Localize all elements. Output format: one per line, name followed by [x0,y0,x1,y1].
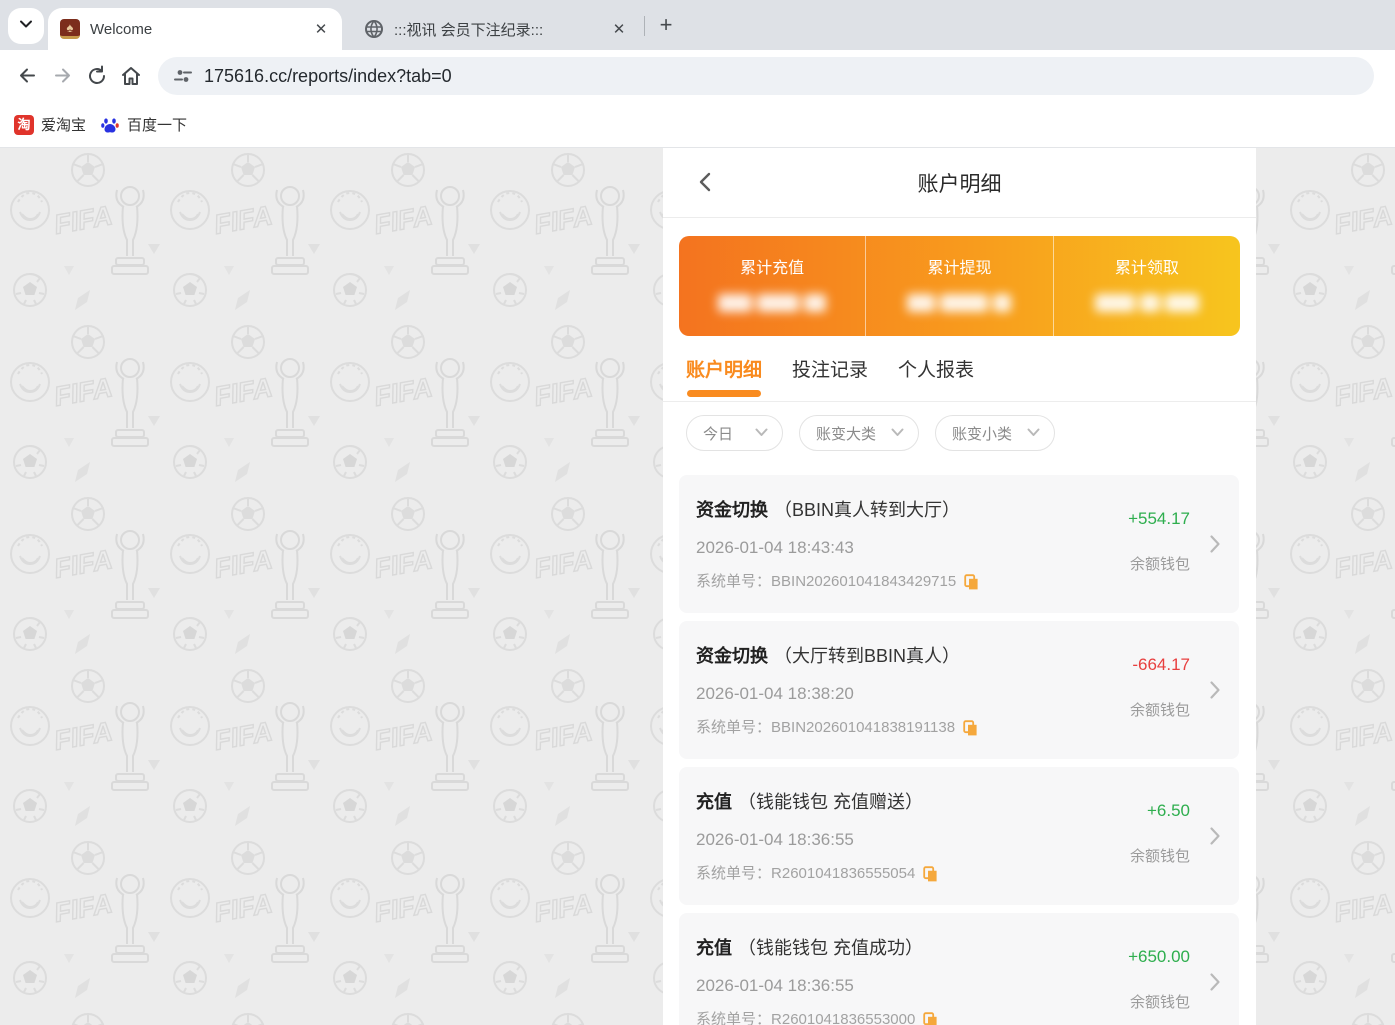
tab-bet-records[interactable]: 投注记录 [792,355,868,394]
record-type: 资金切换 [696,500,768,520]
bookmark-label: 爱淘宝 [41,114,86,135]
report-tabs: 账户明细 投注记录 个人报表 [663,349,1256,402]
back-icon[interactable] [14,63,40,89]
tab-search-button[interactable] [8,8,44,44]
summary-label: 累计领取 [1115,254,1179,278]
order-number: R2601041836555054 [771,863,915,885]
page-title: 账户明细 [918,168,1002,198]
bookmark-label: 百度一下 [127,114,187,135]
home-icon[interactable] [118,63,144,89]
bookmark-baidu[interactable]: 百度一下 [100,114,187,135]
chevron-down-icon [755,424,768,442]
order-label: 系统单号： [696,571,771,593]
taobao-icon: 淘 [14,115,34,135]
record-amount-block: +6.50 余额钱包 [1130,767,1190,866]
record-row[interactable]: 资金切换（BBIN真人转到大厅） 2026-01-04 18:43:43 系统单… [679,475,1239,613]
bookmark-aitaobao[interactable]: 淘 爱淘宝 [14,114,86,135]
copy-icon[interactable] [964,574,979,591]
browser-tab-welcome[interactable]: ♠ Welcome ✕ [48,8,342,50]
record-row[interactable]: 充值（钱能钱包 充值成功） 2026-01-04 18:36:55 系统单号： … [679,913,1239,1025]
site-favicon-icon: ♠ [60,19,80,39]
close-icon[interactable]: ✕ [610,20,628,38]
record-wallet: 余额钱包 [1130,699,1190,720]
chevron-right-icon[interactable] [1209,972,1221,992]
record-amount: +554.17 [1128,509,1190,529]
record-list: 资金切换（BBIN真人转到大厅） 2026-01-04 18:43:43 系统单… [663,475,1256,1025]
summary-label: 累计充值 [740,254,804,278]
tab-personal-report[interactable]: 个人报表 [898,355,974,394]
tab-title: :::视讯 会员下注纪录::: [394,19,610,40]
chevron-down-icon [891,424,904,442]
filter-label: 今日 [703,423,733,444]
chevron-down-icon [1027,424,1040,442]
record-amount-block: +650.00 余额钱包 [1128,913,1190,1012]
new-tab-button[interactable]: + [652,11,680,39]
record-amount: +650.00 [1128,947,1190,967]
filter-label: 账变大类 [816,423,876,444]
filter-label: 账变小类 [952,423,1012,444]
record-type: 充值 [696,938,732,958]
record-type: 资金切换 [696,646,768,666]
copy-icon[interactable] [963,720,978,737]
record-row[interactable]: 充值（钱能钱包 充值赠送） 2026-01-04 18:36:55 系统单号： … [679,767,1239,905]
record-subtitle: （BBIN真人转到大厅） [774,500,960,520]
order-label: 系统单号： [696,1009,771,1025]
browser-toolbar: 175616.cc/reports/index?tab=0 [0,50,1395,102]
filter-row: 今日 账变大类 账变小类 [663,402,1256,451]
summary-total-deposit: 累计充值 [679,236,865,336]
summary-card: 累计充值 累计提现 累计领取 [679,236,1240,336]
redacted-amount [1095,292,1199,314]
copy-icon[interactable] [923,866,938,883]
order-number: BBIN202601041843429715 [771,571,956,593]
record-amount-block: -664.17 余额钱包 [1130,621,1190,720]
record-wallet: 余额钱包 [1128,553,1190,574]
browser-tab-strip: ♠ Welcome ✕ :::视讯 会员下注纪录::: ✕ + [0,0,1395,50]
order-number: R2601041836553000 [771,1009,915,1025]
tab-title: Welcome [90,21,312,38]
bookmarks-bar: 淘 爱淘宝 百度一下 [0,102,1395,148]
site-settings-icon[interactable] [172,65,194,87]
forward-icon[interactable] [50,63,76,89]
chevron-right-icon[interactable] [1209,534,1221,554]
chevron-right-icon[interactable] [1209,680,1221,700]
baidu-paw-icon [100,115,120,135]
summary-total-claim: 累计领取 [1053,236,1240,336]
record-subtitle: （钱能钱包 充值成功） [738,938,923,958]
record-wallet: 余额钱包 [1130,845,1190,866]
page-content: FIFA [0,148,1395,1025]
order-number: BBIN202601041838191138 [771,717,955,739]
record-amount: +6.50 [1130,801,1190,821]
copy-icon[interactable] [923,1012,938,1025]
chevron-down-icon [19,17,33,36]
record-amount: -664.17 [1130,655,1190,675]
browser-tab-records[interactable]: :::视讯 会员下注纪录::: ✕ [352,8,640,50]
summary-section: 累计充值 累计提现 累计领取 [663,218,1256,336]
tab-separator [644,16,645,36]
chevron-right-icon[interactable] [1209,826,1221,846]
account-detail-panel: 账户明细 累计充值 累计提现 累计领取 账户明细 投注记录 [663,148,1256,1025]
reload-icon[interactable] [84,63,110,89]
minor-category-dropdown[interactable]: 账变小类 [935,415,1055,451]
tab-account-detail[interactable]: 账户明细 [686,355,762,394]
summary-total-withdraw: 累计提现 [865,236,1052,336]
url-text: 175616.cc/reports/index?tab=0 [204,66,452,87]
record-subtitle: （钱能钱包 充值赠送） [738,792,923,812]
summary-label: 累计提现 [927,254,991,278]
globe-icon [364,19,384,39]
close-icon[interactable]: ✕ [312,20,330,38]
redacted-amount [907,292,1011,314]
page-header: 账户明细 [663,148,1256,218]
order-label: 系统单号： [696,863,771,885]
major-category-dropdown[interactable]: 账变大类 [799,415,919,451]
record-subtitle: （大厅转到BBIN真人） [774,646,960,666]
record-type: 充值 [696,792,732,812]
redacted-amount [718,292,826,314]
url-bar[interactable]: 175616.cc/reports/index?tab=0 [158,57,1374,95]
date-filter-dropdown[interactable]: 今日 [686,415,783,451]
record-row[interactable]: 资金切换（大厅转到BBIN真人） 2026-01-04 18:38:20 系统单… [679,621,1239,759]
record-wallet: 余额钱包 [1128,991,1190,1012]
back-chevron-icon[interactable] [689,166,721,198]
record-amount-block: +554.17 余额钱包 [1128,475,1190,574]
order-label: 系统单号： [696,717,771,739]
